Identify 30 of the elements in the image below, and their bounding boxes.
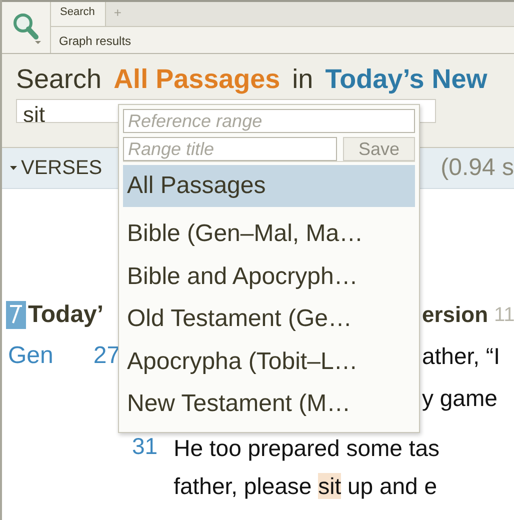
range-option[interactable]: New Testament (M… xyxy=(123,383,415,426)
range-option[interactable]: Apocrypha (Tobit–L… xyxy=(123,340,415,383)
in-label: in xyxy=(292,64,314,95)
search-icon xyxy=(11,10,41,44)
graph-results-link[interactable]: Graph results xyxy=(51,27,514,48)
range-option[interactable]: Bible (Gen–Mal, Ma… xyxy=(123,213,415,256)
tab[interactable]: Search xyxy=(51,2,106,26)
range-selector[interactable]: All Passages xyxy=(114,64,280,95)
expand-icon[interactable] xyxy=(10,165,17,171)
add-tab-button[interactable]: + xyxy=(106,2,130,26)
range-title-field[interactable]: Range title xyxy=(123,137,337,161)
verses-label: VERSES xyxy=(21,156,102,180)
result-count: 11 xyxy=(494,304,514,326)
verse-number[interactable]: 31 xyxy=(132,429,158,505)
version-selector[interactable]: Today’s New xyxy=(325,64,488,95)
book-reference[interactable]: Gen xyxy=(8,342,54,370)
range-option[interactable]: Old Testament (Ge… xyxy=(123,298,415,340)
timing-text: (0.94 s xyxy=(440,154,514,182)
range-option[interactable]: All Passages xyxy=(123,165,415,207)
verse-text: ather, “I xyxy=(422,342,501,370)
verse-text: y game xyxy=(422,384,498,413)
range-option[interactable]: Bible and Apocryph… xyxy=(123,256,415,298)
verse-text: He too prepared some tas xyxy=(174,434,440,463)
version-title: ersion xyxy=(422,302,488,328)
bible-icon xyxy=(6,301,26,329)
reference-range-field[interactable]: Reference range xyxy=(123,109,415,133)
verse-text: father, please sit up and e xyxy=(174,472,438,501)
chapter-number[interactable]: 27 xyxy=(93,342,120,370)
search-label: Search xyxy=(16,64,102,95)
version-title: Today’ xyxy=(28,301,104,329)
